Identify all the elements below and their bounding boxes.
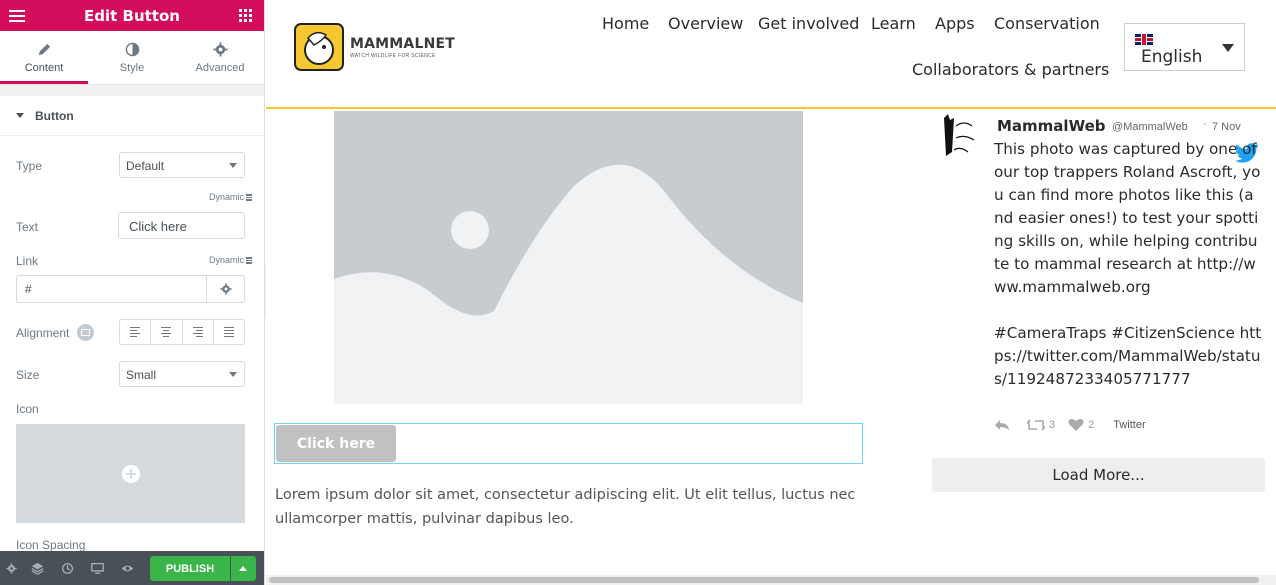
panel-footer: PUBLISH [0, 551, 264, 585]
retweet-action[interactable]: 3 [1027, 419, 1055, 431]
tweet-author-name[interactable]: MammalWeb [997, 117, 1106, 135]
dynamic-tag-text[interactable]: Dynamic [209, 192, 244, 202]
pencil-icon [38, 43, 50, 55]
tweet-date[interactable]: 7 Nov [1212, 121, 1241, 133]
language-value: English [1141, 47, 1203, 67]
publish-button[interactable]: PUBLISH [150, 556, 230, 581]
tab-content-label: Content [24, 61, 64, 74]
nav-collaborators[interactable]: Collaborators & partners [912, 60, 1109, 79]
type-select[interactable]: Default [119, 152, 245, 178]
tab-content[interactable]: Content [0, 31, 88, 84]
icon-label: Icon [16, 402, 39, 416]
nav-apps[interactable]: Apps [935, 14, 975, 33]
align-center-button[interactable] [151, 320, 183, 344]
click-here-button[interactable]: Click here [276, 425, 396, 462]
lorem-paragraph: Lorem ipsum dolor sit amet, consectetur … [275, 487, 856, 527]
alignment-choices [119, 319, 245, 345]
nav-conservation[interactable]: Conservation [994, 14, 1100, 33]
text-label: Text [16, 220, 39, 234]
editor-panel: Edit Button Content Style Advanced Butto… [0, 0, 265, 585]
image-placeholder-icon [334, 111, 803, 404]
panel-body: Button Type Default Dynamic Text Click h… [0, 96, 264, 551]
nav-learn[interactable]: Learn [871, 14, 916, 33]
reply-action[interactable] [994, 419, 1014, 431]
gear-icon [212, 41, 228, 57]
widgets-grid-icon[interactable] [239, 9, 252, 22]
nav-get-involved[interactable]: Get involved [758, 14, 859, 33]
tweet-text: This photo was captured by one of our to… [994, 140, 1262, 388]
section-title: Button [35, 108, 74, 123]
mammalweb-avatar[interactable] [938, 112, 984, 160]
retweet-count: 3 [1049, 419, 1056, 431]
language-select[interactable]: English [1124, 23, 1245, 71]
like-count: 2 [1088, 419, 1095, 431]
size-select[interactable]: Small [119, 361, 245, 387]
align-left-button[interactable] [120, 320, 152, 344]
tab-advanced[interactable]: Advanced [176, 31, 264, 84]
type-label: Type [16, 159, 43, 173]
gear-icon [5, 562, 17, 574]
align-justify-button[interactable] [214, 320, 244, 344]
eye-icon [121, 565, 133, 571]
text-input[interactable]: Click here [118, 212, 245, 239]
nav-overview[interactable]: Overview [668, 14, 743, 33]
section-button-header[interactable]: Button [0, 96, 264, 136]
preview-icon[interactable] [112, 551, 142, 585]
tweet-actions: 3 2 Twitter [994, 418, 1146, 432]
tweet-separator: · [1203, 118, 1207, 130]
publish-options-button[interactable] [231, 556, 256, 581]
add-icon [121, 464, 140, 483]
tab-style-label: Style [119, 61, 145, 74]
panel-tabs: Content Style Advanced [0, 31, 264, 85]
contrast-icon [125, 42, 139, 56]
mammalnet-logo-icon [294, 23, 344, 71]
reply-icon [995, 420, 1009, 430]
site-preview: MAMMALNET WATCH WILDLIFE FOR SCIENCE Hom… [266, 0, 1276, 585]
retweet-icon [1027, 419, 1045, 431]
nav-home[interactable]: Home [602, 14, 649, 33]
settings-icon[interactable] [0, 551, 22, 585]
align-right-button[interactable] [183, 320, 214, 344]
link-field: # [16, 275, 245, 303]
size-label: Size [16, 368, 40, 382]
clock-icon [61, 562, 73, 574]
image-placeholder[interactable] [334, 111, 803, 404]
load-more-button[interactable]: Load More... [932, 458, 1265, 492]
button-widget-outline[interactable]: Click here [274, 423, 863, 464]
icon-picker[interactable] [16, 424, 245, 523]
logo-tagline: WATCH WILDLIFE FOR SCIENCE [350, 52, 436, 59]
database-icon[interactable] [246, 257, 252, 264]
layers-icon [31, 562, 43, 575]
tweet-source-link[interactable]: Twitter [1113, 419, 1145, 431]
logo-name: MAMMALNET [350, 35, 456, 52]
dynamic-tag-link[interactable]: Dynamic [209, 255, 244, 265]
uk-flag-icon [1135, 34, 1153, 45]
panel-title: Edit Button [84, 6, 180, 25]
caret-down-icon [1222, 44, 1234, 52]
site-logo[interactable]: MAMMALNET WATCH WILDLIFE FOR SCIENCE [294, 23, 455, 71]
caret-down-icon [16, 113, 24, 118]
scrollbar-thumb[interactable] [269, 577, 1259, 583]
monitor-icon [90, 562, 104, 574]
site-header: MAMMALNET WATCH WILDLIFE FOR SCIENCE Hom… [266, 0, 1276, 109]
heart-icon [1068, 419, 1084, 431]
tweet-author-handle[interactable]: @MammalWeb [1112, 121, 1188, 133]
menu-icon[interactable] [9, 9, 25, 22]
tab-style[interactable]: Style [88, 31, 176, 84]
history-icon[interactable] [52, 551, 82, 585]
responsive-mode-icon[interactable] [82, 551, 112, 585]
responsive-desktop-icon[interactable] [77, 324, 94, 341]
icon-spacing-label: Icon Spacing [16, 538, 86, 551]
horizontal-scrollbar[interactable] [266, 575, 1276, 585]
navigator-icon[interactable] [22, 551, 52, 585]
link-label: Link [16, 254, 39, 268]
panel-header: Edit Button [0, 0, 264, 31]
database-icon[interactable] [246, 194, 252, 201]
link-options-button[interactable] [206, 276, 244, 302]
link-input[interactable]: # [17, 276, 207, 302]
like-action[interactable]: 2 [1068, 418, 1094, 432]
alignment-label: Alignment [16, 326, 70, 340]
gear-icon [219, 283, 232, 295]
tab-advanced-label: Advanced [195, 61, 245, 74]
